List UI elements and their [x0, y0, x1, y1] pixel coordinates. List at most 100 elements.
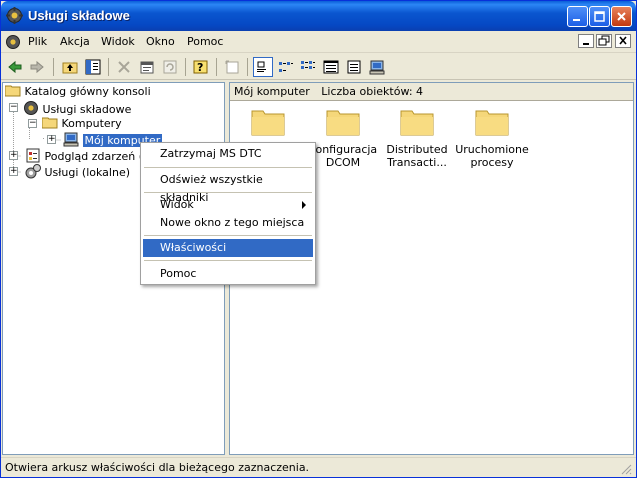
object-count: Liczba obiektów: 4: [321, 85, 424, 98]
details-view-button[interactable]: [321, 57, 341, 77]
folder-icon: [475, 110, 509, 136]
expander-collapse[interactable]: −: [28, 119, 37, 128]
help-button[interactable]: ?: [191, 57, 211, 77]
mdi-restore-button[interactable]: [596, 34, 612, 48]
tree-item-label: Komputery: [61, 117, 122, 130]
list-icon: [301, 61, 315, 69]
result-pane-title: Mój komputer: [234, 85, 310, 98]
folder-icon: [400, 110, 434, 136]
minimize-icon: [573, 19, 580, 21]
result-item-label-line1: Uruchomione: [455, 143, 529, 156]
svg-text:?: ?: [197, 61, 203, 74]
result-item-label-line1: Distributed: [386, 143, 448, 156]
properties-icon: [140, 61, 154, 74]
list-view-button[interactable]: [298, 57, 318, 77]
menu-file[interactable]: Plik: [28, 31, 47, 53]
context-item-stop-msdtc[interactable]: Zatrzymaj MS DTC: [143, 145, 313, 163]
resize-grip-icon[interactable]: [620, 463, 632, 475]
context-item-help[interactable]: Pomoc: [143, 265, 313, 283]
menu-view[interactable]: Widok: [101, 31, 135, 53]
expander-expand[interactable]: +: [47, 135, 56, 144]
mdi-minimize-button[interactable]: [578, 34, 594, 48]
folder-icon: [42, 117, 58, 129]
tree-item-computers[interactable]: Komputery: [42, 116, 122, 132]
details-icon: [323, 60, 339, 74]
context-separator: [144, 167, 312, 168]
folder-icon: [326, 110, 360, 136]
show-hide-tree-button[interactable]: [83, 57, 103, 77]
result-item-label-line2: Transacti...: [387, 156, 447, 169]
new-window-button[interactable]: [222, 57, 242, 77]
app-window: Usługi składowe Plik Akcja Widok Okno Po…: [0, 0, 637, 478]
result-item-label-line2: procesy: [470, 156, 514, 169]
delete-button[interactable]: [114, 57, 134, 77]
minimize-button[interactable]: [567, 6, 588, 27]
close-icon: [619, 36, 627, 45]
expander-collapse[interactable]: −: [9, 103, 18, 112]
help-icon: ?: [193, 60, 208, 74]
component-services-icon: [24, 101, 38, 115]
computer-icon: [369, 60, 385, 75]
context-item-label: Widok: [160, 198, 194, 211]
component-services-app-icon: [6, 7, 23, 24]
toolbar-separator: [185, 58, 186, 76]
menu-window[interactable]: Okno: [146, 31, 175, 53]
window-title: Usługi składowe: [28, 8, 130, 23]
expander-expand[interactable]: +: [9, 167, 18, 176]
mdi-child-icon[interactable]: [5, 34, 21, 50]
small-icons-icon: [279, 62, 293, 72]
forward-icon: [30, 60, 44, 74]
computer-icon: [63, 132, 79, 147]
tree-item-label: Usługi (lokalne): [44, 166, 131, 179]
maximize-button[interactable]: [589, 6, 610, 27]
context-item-properties[interactable]: Właściwości: [143, 239, 313, 257]
back-button[interactable]: [5, 57, 25, 77]
toolbar: ?: [1, 54, 636, 80]
context-menu: Zatrzymaj MS DTC Odśwież wszystkie skład…: [140, 142, 316, 285]
context-item-refresh-all[interactable]: Odśwież wszystkie składniki: [143, 171, 313, 204]
refresh-icon: [163, 60, 177, 74]
context-item-new-window[interactable]: Nowe okno z tego miejsca: [143, 214, 313, 232]
properties-button[interactable]: [137, 57, 157, 77]
toolbar-separator: [247, 58, 248, 76]
export-list-icon: [347, 60, 361, 74]
minimize-icon: [583, 43, 589, 45]
tree-item-component-services[interactable]: Usługi składowe: [23, 100, 131, 116]
small-icons-view-button[interactable]: [276, 57, 296, 77]
large-icons-icon: [257, 61, 266, 72]
show-hide-tree-icon: [85, 59, 101, 75]
refresh-button[interactable]: [160, 57, 180, 77]
event-viewer-icon: [26, 148, 40, 163]
toolbar-separator: [53, 58, 54, 76]
up-one-level-button[interactable]: [60, 57, 80, 77]
menu-help[interactable]: Pomoc: [187, 31, 223, 53]
large-icons-view-button[interactable]: [253, 57, 273, 77]
mdi-close-button[interactable]: [615, 34, 631, 48]
toolbar-separator: [216, 58, 217, 76]
status-bar: Otwiera arkusz właściwości dla bieżącego…: [1, 457, 636, 477]
menu-action[interactable]: Akcja: [60, 31, 90, 53]
toolbar-separator: [108, 58, 109, 76]
expander-expand[interactable]: +: [9, 151, 18, 160]
context-separator: [144, 235, 312, 236]
context-separator: [144, 260, 312, 261]
title-bar[interactable]: Usługi składowe: [1, 1, 636, 31]
folder-icon: [251, 110, 285, 136]
tree-item-services[interactable]: Usługi (lokalne): [25, 164, 130, 180]
up-icon: [62, 62, 78, 74]
maximize-icon: [594, 11, 605, 22]
tree-item-label: Usługi składowe: [42, 103, 132, 116]
forward-button[interactable]: [27, 57, 47, 77]
context-separator: [144, 192, 312, 193]
submenu-arrow-icon: [302, 201, 306, 209]
computer-button[interactable]: [367, 57, 387, 77]
status-text: Otwiera arkusz właściwości dla bieżącego…: [5, 461, 310, 474]
export-list-button[interactable]: [344, 57, 364, 77]
context-item-view[interactable]: Widok: [143, 196, 313, 214]
close-icon: [617, 12, 626, 21]
restore-icon: [598, 35, 610, 46]
back-icon: [8, 60, 22, 74]
services-gear-icon: [25, 164, 41, 179]
close-button[interactable]: [611, 6, 632, 27]
result-pane-header: Mój komputer Liczba obiektów: 4: [230, 83, 633, 101]
